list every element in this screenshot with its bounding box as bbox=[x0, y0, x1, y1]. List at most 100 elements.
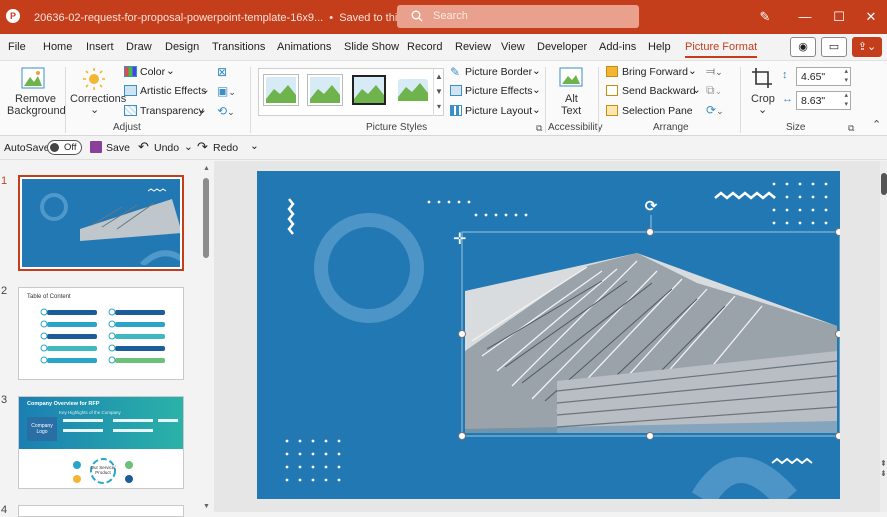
share-icon: ⇪⌄ bbox=[857, 41, 877, 53]
scroll-up-icon[interactable]: ▲ bbox=[203, 165, 210, 172]
reset-picture-icon[interactable]: ⟲⌄ bbox=[217, 104, 245, 120]
customize-qat-icon[interactable]: ⌄ bbox=[250, 140, 259, 152]
slide-nav-icon[interactable]: ⇞ ⇟ bbox=[880, 459, 887, 479]
undo-button[interactable]: ↶ Undo ⌄ bbox=[138, 139, 193, 155]
crop-button[interactable]: Crop ⌄ bbox=[746, 63, 778, 121]
tab-design[interactable]: Design bbox=[165, 41, 199, 53]
compress-pictures-icon[interactable]: ⊠ bbox=[217, 65, 235, 81]
send-backward-label: Send Backward bbox=[622, 85, 696, 97]
editor-scrollbar[interactable]: ⇞ ⇟ bbox=[880, 161, 887, 512]
bring-forward-icon bbox=[606, 66, 618, 77]
picture-styles-gallery: ▲ ▼ ▾ bbox=[258, 68, 444, 116]
tab-help[interactable]: Help bbox=[648, 41, 671, 53]
scrollbar-thumb[interactable] bbox=[203, 178, 209, 258]
group-icon[interactable]: ⧉⌄ bbox=[706, 83, 722, 98]
gallery-scroll[interactable]: ▲ ▼ ▾ bbox=[433, 69, 444, 116]
change-picture-icon[interactable]: ▣⌄ bbox=[217, 84, 245, 100]
width-input[interactable]: 8.63" ▴ ▾ bbox=[796, 91, 851, 110]
tab-review[interactable]: Review bbox=[455, 41, 491, 53]
redo-button[interactable]: ↷ Redo bbox=[197, 139, 241, 155]
maximize-button[interactable]: ☐ bbox=[821, 0, 857, 34]
tab-slide-show[interactable]: Slide Show bbox=[344, 41, 399, 53]
picture-layout-button[interactable]: Picture Layout ⌄ bbox=[450, 104, 542, 120]
minimize-button[interactable]: — bbox=[787, 0, 823, 34]
undo-label: Undo bbox=[154, 142, 180, 154]
transparency-label: Transparency bbox=[140, 105, 204, 117]
comments-button[interactable]: ▭ bbox=[821, 37, 847, 57]
rotate-icon[interactable]: ⟳⌄ bbox=[706, 103, 724, 117]
scrollbar-thumb[interactable] bbox=[881, 173, 887, 195]
slide-thumbnail-4[interactable] bbox=[18, 505, 184, 517]
bring-forward-button[interactable]: Bring Forward ⌄ bbox=[606, 65, 698, 81]
slide-number: 3 bbox=[1, 394, 8, 406]
scroll-down-icon[interactable]: ▼ bbox=[203, 503, 210, 510]
tab-picture-format[interactable]: Picture Format bbox=[685, 41, 758, 58]
collapse-ribbon-icon[interactable]: ⌃ bbox=[872, 118, 881, 131]
artistic-effects-icon bbox=[124, 85, 137, 96]
record-button[interactable]: ◉ bbox=[790, 37, 816, 57]
alt-text-label-2: Text bbox=[561, 105, 582, 117]
tab-file[interactable]: File bbox=[8, 41, 26, 53]
autosave-toggle[interactable]: Off bbox=[47, 140, 82, 155]
width-value: 8.63" bbox=[801, 95, 826, 107]
close-button[interactable]: ✕ bbox=[853, 0, 887, 34]
picture-border-button[interactable]: ✎ Picture Border ⌄ bbox=[450, 65, 542, 81]
thumbnail-scrollbar[interactable]: ▲ ▼ bbox=[202, 165, 210, 510]
picture-style-option[interactable] bbox=[264, 75, 298, 105]
send-backward-button[interactable]: Send Backward ⌄ bbox=[606, 84, 701, 100]
slide-thumbnail-1[interactable] bbox=[18, 175, 184, 271]
alt-text-button[interactable]: Alt Text bbox=[552, 63, 590, 121]
tab-animations[interactable]: Animations bbox=[277, 41, 331, 53]
color-button[interactable]: Color ⌄ bbox=[124, 65, 204, 81]
slide-thumbnail-2[interactable]: Table of Content bbox=[18, 287, 184, 380]
search-box[interactable]: Search bbox=[397, 5, 639, 28]
slide-canvas[interactable]: ⟳ ✛ bbox=[257, 171, 840, 499]
rotate-handle-icon[interactable]: ⟳ bbox=[643, 199, 659, 215]
align-icon[interactable]: ⫤⌄ bbox=[706, 64, 723, 79]
slide-thumbnail-3[interactable]: Company Overview for RFP Key Highlights … bbox=[18, 396, 184, 489]
tab-home[interactable]: Home bbox=[43, 41, 72, 53]
landscape-icon bbox=[398, 79, 428, 101]
selection-pane-button[interactable]: Selection Pane bbox=[606, 104, 698, 120]
zigzag-shape bbox=[714, 191, 776, 200]
share-button[interactable]: ⇪⌄ bbox=[852, 37, 882, 57]
picture-style-option[interactable] bbox=[352, 75, 386, 105]
remove-background-button[interactable]: Remove Background bbox=[4, 63, 66, 121]
save-button[interactable]: Save bbox=[90, 140, 130, 156]
tab-add-ins[interactable]: Add-ins bbox=[599, 41, 636, 53]
resize-handle-right[interactable] bbox=[835, 330, 840, 338]
corrections-button[interactable]: Corrections ⌄ bbox=[68, 63, 126, 121]
landscape-icon bbox=[354, 77, 384, 103]
tab-view[interactable]: View bbox=[501, 41, 525, 53]
height-input[interactable]: 4.65" ▴ ▾ bbox=[796, 67, 851, 86]
tab-record[interactable]: Record bbox=[407, 41, 442, 53]
dialog-launcher-icon[interactable]: ⧉ bbox=[536, 123, 542, 134]
center-text-2: Product bbox=[95, 470, 111, 475]
transparency-button[interactable]: Transparency ⌄ bbox=[124, 104, 210, 120]
send-backward-icon bbox=[606, 85, 618, 96]
picture-style-option[interactable] bbox=[308, 75, 342, 105]
dialog-launcher-icon[interactable]: ⧉ bbox=[848, 123, 854, 134]
resize-handle-bottom-right[interactable] bbox=[835, 432, 840, 440]
tab-insert[interactable]: Insert bbox=[86, 41, 114, 53]
resize-handle-top[interactable] bbox=[646, 228, 654, 236]
tab-developer[interactable]: Developer bbox=[537, 41, 587, 53]
resize-handle-bottom-left[interactable] bbox=[458, 432, 466, 440]
resize-handle-top-right[interactable] bbox=[835, 228, 840, 236]
picture-effects-label: Picture Effects bbox=[465, 85, 533, 97]
tab-transitions[interactable]: Transitions bbox=[212, 41, 265, 53]
chevron-down-icon: ⌄ bbox=[532, 104, 541, 116]
resize-handle-left[interactable] bbox=[458, 330, 466, 338]
pen-icon[interactable]: ✎ bbox=[747, 0, 783, 34]
height-icon: ↕ bbox=[782, 69, 788, 81]
move-cursor-icon: ✛ bbox=[453, 231, 467, 248]
adjust-group-label: Adjust bbox=[113, 122, 141, 133]
artistic-effects-button[interactable]: Artistic Effects ⌄ bbox=[124, 84, 210, 100]
tab-draw[interactable]: Draw bbox=[126, 41, 152, 53]
picture-effects-icon bbox=[450, 85, 462, 96]
picture-effects-button[interactable]: Picture Effects ⌄ bbox=[450, 84, 542, 100]
remove-background-label-2: Background bbox=[7, 105, 66, 117]
picture-style-option[interactable] bbox=[396, 75, 430, 105]
resize-handle-bottom[interactable] bbox=[646, 432, 654, 440]
menu-bar: File Home Insert Draw Design Transitions… bbox=[0, 34, 887, 60]
